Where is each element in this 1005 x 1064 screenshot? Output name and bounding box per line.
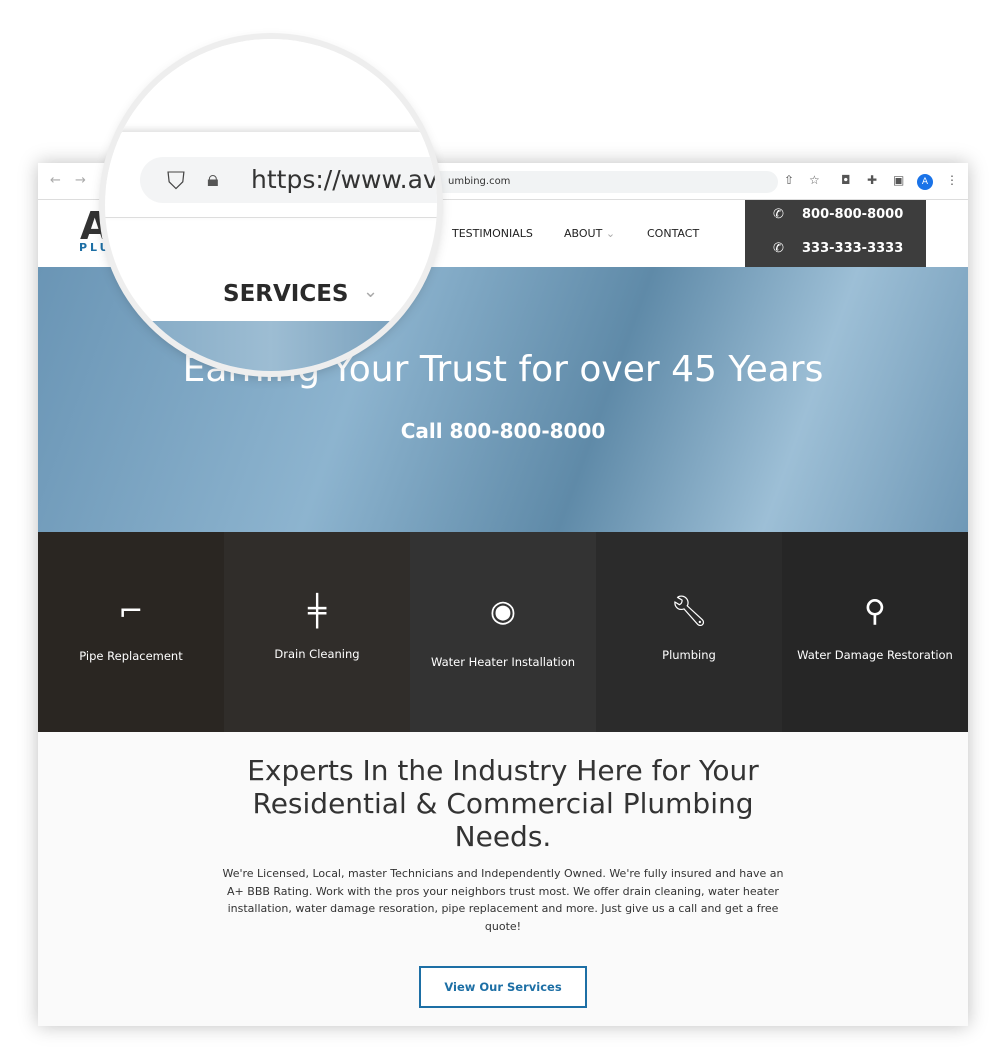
valve-pipe-icon: ╪ <box>307 594 327 629</box>
phone-number: 800-800-8000 <box>802 207 904 222</box>
service-water-damage[interactable]: ⚲ Water Damage Restoration <box>782 532 968 732</box>
service-water-heater[interactable]: ◉ Water Heater Installation <box>410 532 596 732</box>
pipe-leak-icon: ⚲ <box>864 594 886 629</box>
service-label: Pipe Replacement <box>79 649 183 663</box>
wrench-icon: 🔧︎ <box>669 594 709 629</box>
bookmark-star-icon[interactable]: ☆ <box>809 173 820 187</box>
magnified-url: https://www.av <box>251 165 437 194</box>
magnified-background <box>105 39 437 132</box>
service-plumbing[interactable]: 🔧︎ Plumbing <box>596 532 782 732</box>
service-label: Drain Cleaning <box>274 647 360 661</box>
phone-2[interactable]: ✆ 333-333-3333 <box>773 241 903 256</box>
service-label: Plumbing <box>662 648 716 662</box>
nav-about[interactable]: ABOUT ⌄ <box>564 227 615 240</box>
phone-icon: ✆ <box>773 207 784 222</box>
extensions-icon[interactable]: ✚ <box>867 173 877 187</box>
phone-box: ✆ 800-800-8000 ✆ 333-333-3333 <box>745 200 926 267</box>
nav-testimonials[interactable]: TESTIMONIALS <box>452 227 533 240</box>
hero-subtitle[interactable]: Call 800-800-8000 <box>38 419 968 443</box>
section-heading: Experts In the Industry Here for Your Re… <box>247 754 759 853</box>
phone-1[interactable]: ✆ 800-800-8000 <box>773 207 903 222</box>
side-panel-icon[interactable]: ▣ <box>893 173 904 187</box>
services-strip: ⌐ Pipe Replacement ╪ Drain Cleaning ◉ Water… <box>38 532 968 732</box>
profile-avatar[interactable]: A <box>917 174 933 190</box>
share-icon[interactable]: ⇧ <box>784 173 794 187</box>
intro-section: Experts In the Industry Here for Your Re… <box>38 732 968 1026</box>
service-pipe-replacement[interactable]: ⌐ Pipe Replacement <box>38 532 224 732</box>
menu-kebab-icon[interactable]: ⋮ <box>946 173 958 187</box>
lock-icon: 🔒︎ <box>207 167 219 192</box>
section-body: We're Licensed, Local, master Technician… <box>222 867 784 933</box>
pipe-elbow-icon: ⌐ <box>118 594 144 629</box>
phone-icon: ✆ <box>773 241 784 256</box>
service-label: Water Damage Restoration <box>797 648 953 662</box>
logo-subtext: PLU <box>79 241 112 254</box>
camera-icon[interactable]: ◘ <box>841 173 851 187</box>
phone-number: 333-333-3333 <box>802 241 904 256</box>
gauge-icon: ◉ <box>489 594 517 629</box>
nav-services[interactable]: SERVICES <box>223 281 349 307</box>
magnifier-callout: ⛉ 🔒︎ https://www.av SERVICES ⌄ <box>105 39 437 371</box>
back-button[interactable]: ← <box>50 173 61 188</box>
service-label: Water Heater Installation <box>430 655 576 669</box>
nav-contact[interactable]: CONTACT <box>647 227 699 240</box>
url-text: umbing.com <box>448 176 511 187</box>
forward-button[interactable]: → <box>75 173 86 188</box>
chevron-down-icon: ⌄ <box>605 227 616 240</box>
nav-about-label: ABOUT <box>564 227 603 240</box>
magnified-hero-edge <box>105 321 437 371</box>
service-drain-cleaning[interactable]: ╪ Drain Cleaning <box>224 532 410 732</box>
shield-icon: ⛉ <box>167 167 185 195</box>
chevron-down-icon: ⌄ <box>363 281 379 302</box>
view-services-button[interactable]: View Our Services <box>419 966 587 1008</box>
